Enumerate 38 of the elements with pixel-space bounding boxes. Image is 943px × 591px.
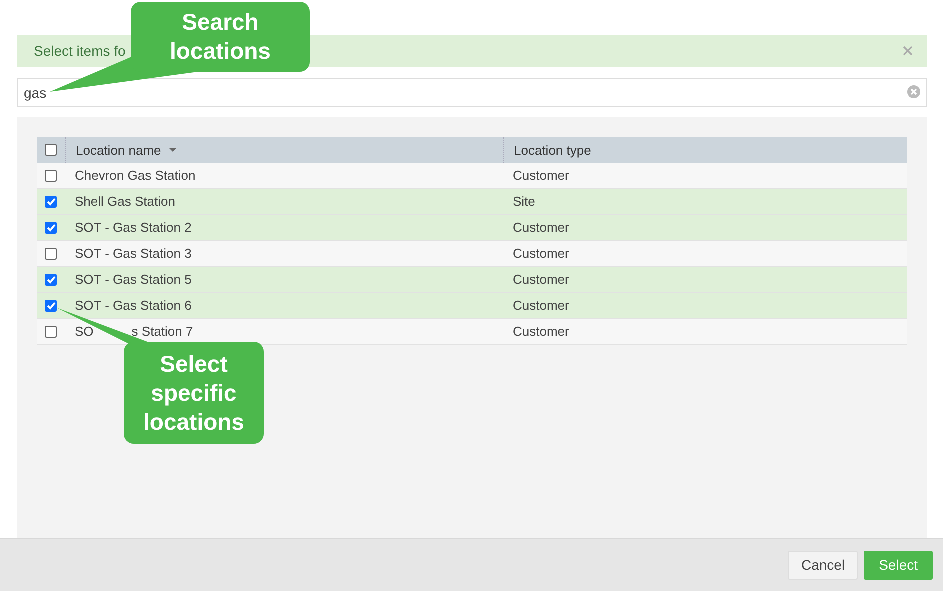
column-header[interactable]: Location type xyxy=(514,142,592,158)
table-row[interactable]: SO s Station 7 Customer xyxy=(37,319,907,345)
table-cell-text: SOT - Gas Station 2 xyxy=(74,220,193,235)
table-cell-text: SOT - Gas Station 3 xyxy=(74,246,193,261)
table-cell-text: s Station 7 xyxy=(132,324,194,339)
row-checkbox[interactable] xyxy=(45,196,57,208)
table-cell-text: Site xyxy=(512,194,536,209)
table-cell-text: Customer xyxy=(512,324,570,339)
row-checkbox[interactable] xyxy=(45,326,57,338)
cancel-button[interactable]: Cancel xyxy=(788,550,858,580)
table-cell-text: Chevron Gas Station xyxy=(74,168,197,183)
row-checkbox[interactable] xyxy=(45,300,57,312)
table-row[interactable]: SOT - Gas Station 2 Customer xyxy=(37,215,907,241)
search-field[interactable]: gas xyxy=(17,78,927,107)
row-checkbox[interactable] xyxy=(45,274,57,286)
table-row[interactable]: Shell Gas Station Site xyxy=(37,189,907,215)
row-checkbox[interactable] xyxy=(45,222,57,234)
table-cell-text: Customer xyxy=(512,272,570,287)
table-row[interactable]: SOT - Gas Station 6 Customer xyxy=(37,293,907,319)
table-row[interactable]: Chevron Gas Station Customer xyxy=(37,163,907,189)
table-cell-text: SO xyxy=(75,324,94,339)
table-cell-text: SOT - Gas Station 6 xyxy=(74,298,193,313)
select-all-checkbox[interactable] xyxy=(45,144,57,156)
row-checkbox[interactable] xyxy=(45,170,57,182)
table-cell-text: Customer xyxy=(512,220,570,235)
table-row[interactable]: SOT - Gas Station 3 Customer xyxy=(37,241,907,267)
table-cell-text: Customer xyxy=(512,168,570,183)
callout-text: Search locations xyxy=(169,8,272,66)
callout-text: Select specific locations xyxy=(142,350,246,436)
table-cell-text: Customer xyxy=(512,298,570,313)
sort-caret-icon[interactable] xyxy=(169,148,178,152)
table-cell-text: Customer xyxy=(512,246,570,261)
table-cell-text: SOT - Gas Station 5 xyxy=(74,272,193,287)
banner-text: Select items fo xyxy=(34,43,126,59)
table-cell-text: Shell Gas Station xyxy=(74,194,176,209)
column-header[interactable]: Location name xyxy=(76,142,162,158)
row-checkbox[interactable] xyxy=(45,248,57,260)
table-row[interactable]: SOT - Gas Station 5 Customer xyxy=(37,267,907,293)
